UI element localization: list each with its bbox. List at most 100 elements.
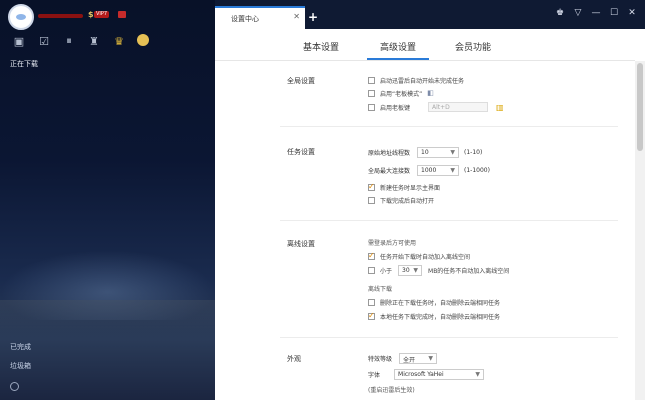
close-icon[interactable]: ✕ <box>627 8 637 18</box>
hotkey-input[interactable]: Alt+D <box>428 102 489 112</box>
settings-tabs: 基本设置 高级设置 会员功能 <box>215 29 635 61</box>
pause-icon[interactable]: ⏸ <box>62 34 76 48</box>
sidebar-item-completed[interactable]: 已完成 <box>10 342 31 352</box>
auto-add-offline-checkbox[interactable] <box>368 251 375 260</box>
tab-label: 设置中心 <box>231 15 259 23</box>
sidebar: $ VIP7 ▣ ☑ ⏸ ♜ ♛ 正在下载 已完成 垃圾箱 <box>0 0 215 400</box>
offline-download-label: 离线下载 <box>368 286 393 293</box>
delete-cloud-on-delete-label: 删除正在下载任务时，自动删除云端相同任务 <box>380 299 501 307</box>
less-than-row: 小于 30 ▼ MB的任务不自动加入离线空间 <box>368 264 510 276</box>
orig-threads-select[interactable]: 10 ▼ <box>417 146 460 158</box>
avatar[interactable] <box>8 4 34 30</box>
chevron-down-icon: ▼ <box>450 166 456 174</box>
section-title-task: 任务设置 <box>287 148 315 156</box>
section-divider <box>280 220 618 221</box>
font-select[interactable]: Microsoft YaHei ▼ <box>394 368 485 380</box>
chevron-down-icon: ▼ <box>450 148 456 156</box>
add-tab-button[interactable]: + <box>308 10 318 24</box>
chevron-down-icon: ▼ <box>428 354 434 362</box>
new-task-icon[interactable]: ▣ <box>12 34 26 48</box>
less-than-value: 30 <box>402 266 410 274</box>
restart-note: (重启迅雷后生效) <box>368 387 415 394</box>
show-main-checkbox[interactable] <box>368 182 375 191</box>
max-conn-range: (1-1000) <box>464 166 490 174</box>
auto-start-unfinished-checkbox[interactable] <box>368 76 375 84</box>
effect-select[interactable]: 全开 ▼ <box>399 352 438 364</box>
auto-start-unfinished-label: 启动迅雷后自动开始未完成任务 <box>380 77 465 85</box>
active-tab-underline <box>367 58 429 60</box>
font-label: 字体 <box>368 371 381 379</box>
chevron-down-icon: ▼ <box>475 370 481 378</box>
auto-add-offline-label: 任务开始下载时自动加入离线空间 <box>380 253 471 261</box>
window-controls: ♚ ▽ — ☐ ✕ <box>555 8 637 18</box>
auto-start-unfinished-checkbox-row[interactable]: 启动迅雷后自动开始未完成任务 <box>368 75 464 85</box>
minimize-icon[interactable]: — <box>591 8 601 18</box>
tab-basic-settings[interactable]: 基本设置 <box>303 40 339 53</box>
show-main-row[interactable]: 新建任务时显示主界面 <box>368 182 440 192</box>
tab-advanced-settings[interactable]: 高级设置 <box>380 40 416 53</box>
delete-cloud-on-complete-label: 本地任务下载完成时，自动删除云端相同任务 <box>380 313 501 321</box>
maximize-icon[interactable]: ☐ <box>609 8 619 18</box>
scrollbar-thumb[interactable] <box>637 63 643 151</box>
hotkey-checkbox[interactable] <box>368 103 375 111</box>
section-title-offline: 离线设置 <box>287 240 315 248</box>
less-than-prefix: 小于 <box>380 267 393 275</box>
auto-open-checkbox[interactable] <box>368 196 375 204</box>
vip-badge[interactable]: VIP7 <box>94 11 110 18</box>
delete-cloud-on-delete-row[interactable]: 删除正在下载任务时，自动删除云端相同任务 <box>368 297 500 307</box>
scrollbar[interactable] <box>635 61 645 400</box>
section-divider <box>280 126 618 127</box>
offline-login-note: 需登录后方可使用 <box>368 240 417 247</box>
section-divider <box>280 337 618 338</box>
close-tab-icon[interactable]: ✕ <box>293 12 300 21</box>
delete-cloud-on-complete-checkbox[interactable] <box>368 311 375 320</box>
max-conn-label: 全局最大连接数 <box>368 167 411 175</box>
book-icon[interactable]: ▥ <box>496 103 504 112</box>
skin-icon[interactable]: ♚ <box>555 8 565 18</box>
orig-threads-value: 10 <box>421 148 429 156</box>
auto-add-offline-row[interactable]: 任务开始下载时自动加入离线空间 <box>368 251 470 261</box>
delete-cloud-on-complete-row[interactable]: 本地任务下载完成时，自动删除云端相同任务 <box>368 311 500 321</box>
font-value: Microsoft YaHei <box>398 370 444 378</box>
max-conn-value: 1000 <box>421 166 437 174</box>
auto-open-row[interactable]: 下载完成后自动打开 <box>368 195 434 205</box>
orig-threads-row: 原始地址线程数 10 ▼ (1-10) <box>368 146 483 158</box>
max-conn-select[interactable]: 1000 ▼ <box>417 164 460 176</box>
section-title-global: 全局设置 <box>287 77 315 85</box>
orig-threads-label: 原始地址线程数 <box>368 149 411 157</box>
clock-icon[interactable] <box>10 382 19 391</box>
tab-settings-center[interactable]: 设置中心 ✕ <box>215 6 305 29</box>
less-than-checkbox[interactable] <box>368 266 375 274</box>
boss-mode-label: 启用“老板模式” <box>380 90 423 98</box>
background-city <box>0 300 215 340</box>
boss-mode-checkbox-row[interactable]: 启用“老板模式” ◧ <box>368 88 435 98</box>
chevron-down-icon: ▼ <box>413 266 419 274</box>
menu-icon[interactable]: ▽ <box>573 8 583 18</box>
edit-icon[interactable]: ☑ <box>37 34 51 48</box>
max-conn-row: 全局最大连接数 1000 ▼ (1-1000) <box>368 164 490 176</box>
font-row: 字体 Microsoft YaHei ▼ <box>368 368 485 380</box>
delete-cloud-on-delete-checkbox[interactable] <box>368 298 375 306</box>
vip-coin-icon: $ <box>88 10 94 19</box>
boss-mode-info-icon[interactable]: ◧ <box>427 89 435 97</box>
username-redacted[interactable] <box>38 14 83 18</box>
vip-level-icon[interactable] <box>118 11 126 18</box>
smiley-icon[interactable] <box>137 34 149 46</box>
show-main-label: 新建任务时显示主界面 <box>380 184 441 192</box>
effect-label: 特效等级 <box>368 355 393 363</box>
orig-threads-range: (1-10) <box>464 148 483 156</box>
section-title-appearance: 外观 <box>287 355 301 363</box>
sidebar-item-trash[interactable]: 垃圾箱 <box>10 361 31 371</box>
less-than-suffix: MB的任务不自动加入离线空间 <box>428 267 510 275</box>
boss-mode-checkbox[interactable] <box>368 89 375 97</box>
effect-value: 全开 <box>403 356 416 364</box>
effect-row: 特效等级 全开 ▼ <box>368 352 438 364</box>
less-than-select[interactable]: 30 ▼ <box>398 264 423 276</box>
crown-icon[interactable]: ♛ <box>112 34 126 48</box>
hotkey-checkbox-row[interactable]: 启用老板键 Alt+D ▥ <box>368 102 504 112</box>
hotkey-label: 启用老板键 <box>380 104 411 112</box>
trash-icon[interactable]: ♜ <box>87 34 101 48</box>
sidebar-item-downloading[interactable]: 正在下载 <box>10 59 38 69</box>
settings-panel: 基本设置 高级设置 会员功能 全局设置 启动迅雷后自动开始未完成任务 启用“老板… <box>215 29 645 400</box>
tab-member-features[interactable]: 会员功能 <box>455 40 491 53</box>
